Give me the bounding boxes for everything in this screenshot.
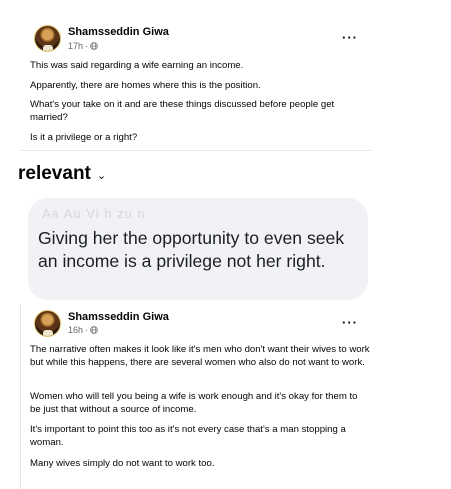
- post-time[interactable]: 16h: [68, 325, 83, 335]
- author-avatar[interactable]: [34, 310, 61, 337]
- post-paragraph: Women who will tell you being a wife is …: [30, 391, 358, 415]
- post-paragraph: Many wives simply do not want to work to…: [30, 458, 215, 469]
- comment-bubble: Aa Au Vi h zu n Giving her the opportuni…: [28, 198, 368, 300]
- meta-separator: ·: [85, 41, 89, 51]
- post-meta: 17h ·: [68, 41, 98, 51]
- author-name[interactable]: Shamsseddin Giwa: [68, 311, 169, 323]
- post-paragraph: Apparently, there are homes where this i…: [30, 80, 261, 91]
- chevron-down-icon: ⌄: [96, 170, 107, 182]
- globe-icon: [90, 326, 98, 334]
- comment-text: Giving her the opportunity to even seek …: [38, 228, 345, 271]
- post-top: Shamsseddin Giwa 17h · ··· This was said…: [20, 14, 372, 151]
- post-paragraph: This was said regarding a wife earning a…: [30, 60, 244, 71]
- post-meta: 16h ·: [68, 325, 98, 335]
- post-paragraph: What's your take on it and are these thi…: [30, 99, 335, 123]
- post-paragraph: The narrative often makes it look like i…: [30, 344, 370, 368]
- sort-label: relevant: [18, 163, 91, 184]
- comment-author-faded: Aa Au Vi h zu n: [42, 206, 146, 221]
- post-paragraph: Is it a privilege or a right?: [30, 132, 138, 143]
- divider: [20, 304, 21, 489]
- post-paragraph: It's important to point this too as it's…: [30, 424, 346, 448]
- post-bottom: Shamsseddin Giwa 16h · ··· The narrative…: [20, 304, 372, 489]
- more-options-icon[interactable]: ···: [342, 316, 358, 329]
- post-time[interactable]: 17h: [68, 41, 83, 51]
- meta-separator: ·: [85, 325, 89, 335]
- more-options-icon[interactable]: ···: [342, 31, 358, 44]
- divider: [20, 150, 372, 151]
- author-name[interactable]: Shamsseddin Giwa: [68, 26, 169, 38]
- comment-sort-dropdown[interactable]: relevant ⌄: [18, 163, 106, 185]
- author-avatar[interactable]: [34, 25, 61, 52]
- globe-icon: [90, 42, 98, 50]
